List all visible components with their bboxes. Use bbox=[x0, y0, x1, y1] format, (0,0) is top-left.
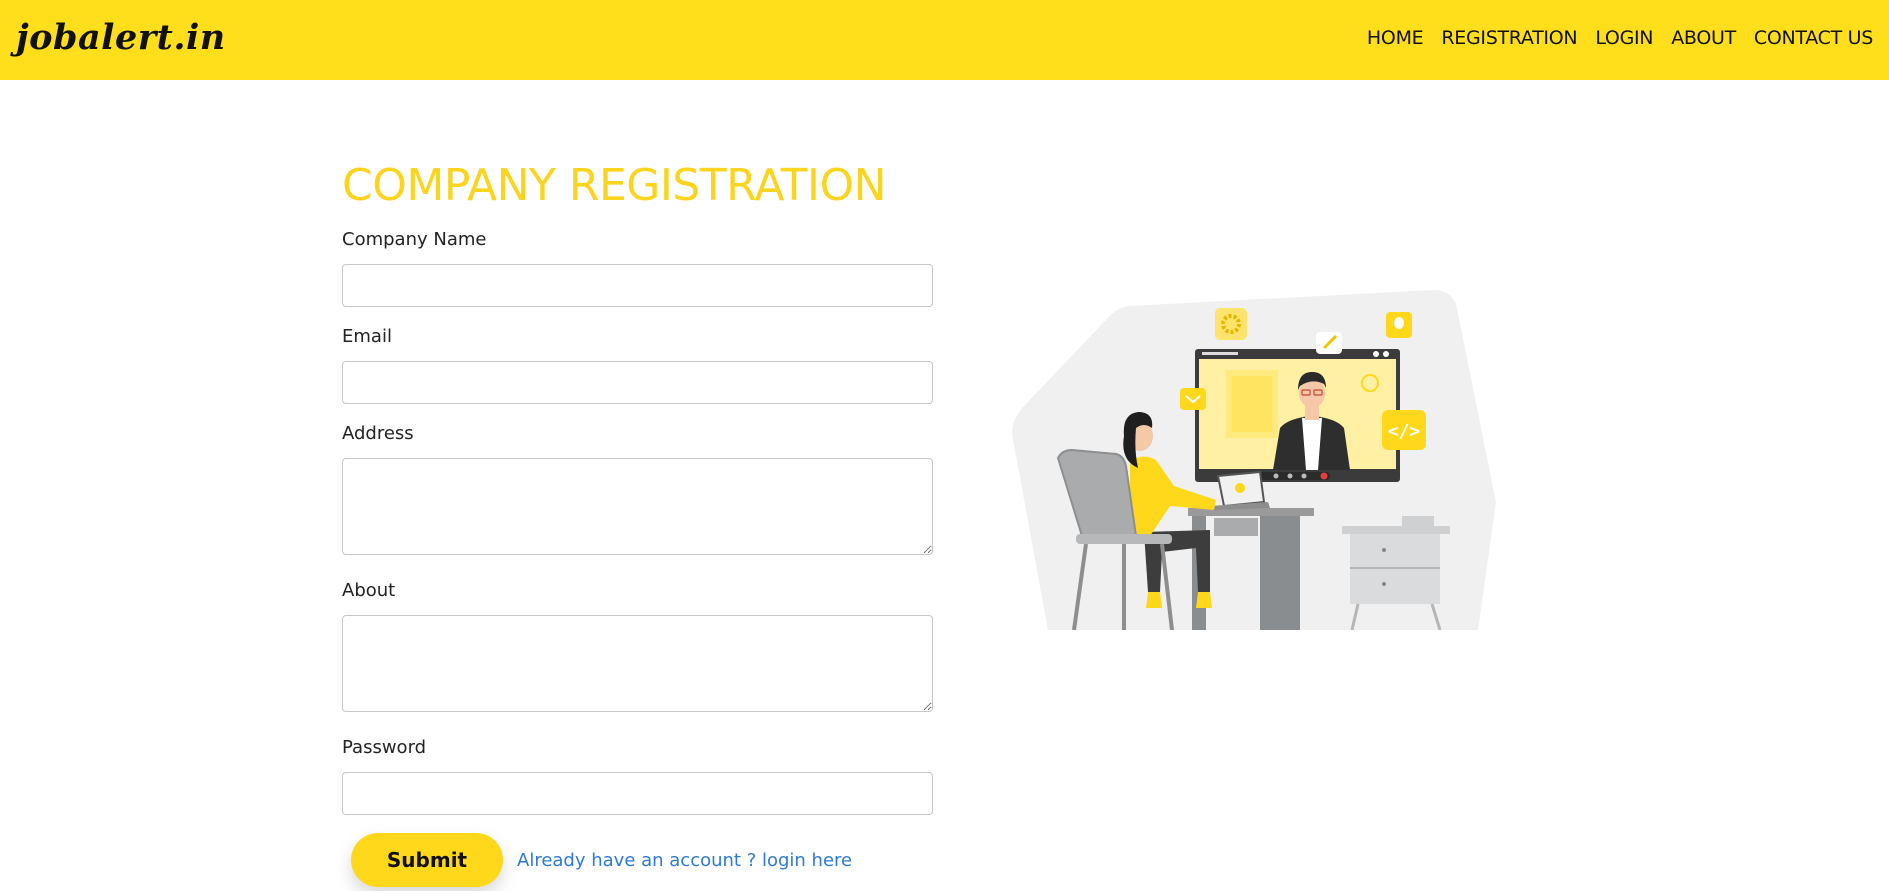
about-textarea[interactable] bbox=[342, 615, 933, 712]
navbar: jobalert.in HOME REGISTRATION LOGIN ABOU… bbox=[0, 0, 1889, 80]
email-input[interactable] bbox=[342, 361, 933, 404]
nav-link-contact-us[interactable]: CONTACT US bbox=[1754, 24, 1873, 52]
email-label: Email bbox=[342, 326, 392, 347]
password-input[interactable] bbox=[342, 772, 933, 815]
form-actions: Submit Already have an account ? login h… bbox=[342, 833, 934, 887]
password-label: Password bbox=[342, 737, 427, 758]
registration-form: COMPANY REGISTRATION Company Name Email … bbox=[342, 160, 934, 887]
about-label: About bbox=[342, 580, 396, 601]
nav-link-registration[interactable]: REGISTRATION bbox=[1441, 24, 1577, 52]
nav-link-about[interactable]: ABOUT bbox=[1671, 24, 1736, 52]
page-title: COMPANY REGISTRATION bbox=[342, 160, 887, 211]
nav-link-home[interactable]: HOME bbox=[1367, 24, 1424, 52]
address-label: Address bbox=[342, 423, 414, 444]
brand-logo[interactable]: jobalert.in bbox=[16, 12, 226, 64]
video-interview-illustration: </> bbox=[1012, 290, 1496, 630]
nav-links: HOME REGISTRATION LOGIN ABOUT CONTACT US bbox=[1367, 24, 1873, 52]
side-cabinet bbox=[1342, 526, 1450, 534]
company-name-label: Company Name bbox=[342, 229, 487, 250]
svg-text:</>: </> bbox=[1388, 421, 1421, 442]
nav-link-login[interactable]: LOGIN bbox=[1595, 24, 1653, 52]
address-textarea[interactable] bbox=[342, 458, 933, 555]
gear-icon bbox=[1215, 308, 1247, 340]
mail-icon bbox=[1180, 388, 1206, 410]
company-name-input[interactable] bbox=[342, 264, 933, 307]
login-link[interactable]: Already have an account ? login here bbox=[517, 850, 852, 871]
submit-button[interactable]: Submit bbox=[351, 833, 503, 887]
